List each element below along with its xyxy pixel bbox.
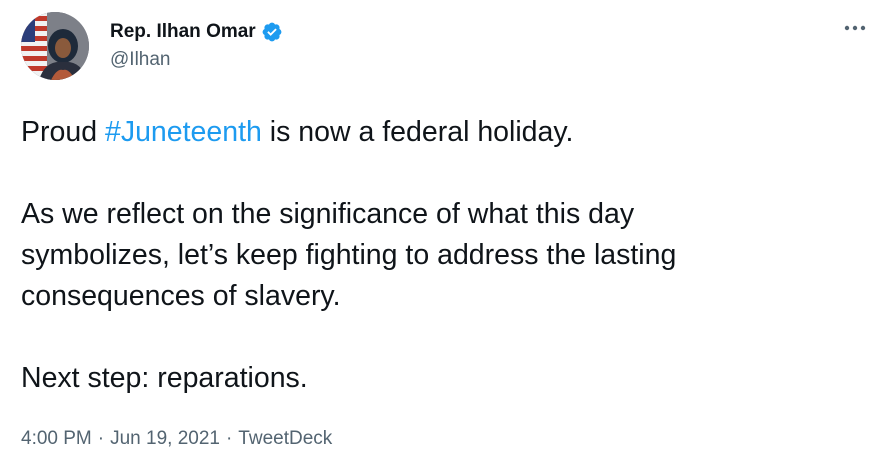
tweet-card: Rep. Ilhan Omar @Ilhan Proud #Juneteenth… [0,0,888,464]
meta-separator: · [225,428,233,449]
author-handle[interactable]: @Ilhan [110,49,171,71]
tweet-paragraph-2-line-3: consequences of slavery. [21,280,341,312]
tweet-text: Proud #Juneteenth is now a federal holid… [21,112,871,399]
avatar-image [21,12,89,80]
more-options-button[interactable] [838,18,872,38]
tweet-paragraph-2-line-1: As we reflect on the significance of wha… [21,198,635,230]
author-name-row: Rep. Ilhan Omar [110,21,283,43]
tweet-paragraph-2-line-2: symbolizes, let’s keep fighting to addre… [21,239,677,271]
hashtag-link[interactable]: #Juneteenth [105,116,262,148]
meta-separator: · [97,428,105,449]
author-display-name[interactable]: Rep. Ilhan Omar [110,21,256,43]
more-horizontal-icon [844,25,866,31]
tweet-date[interactable]: Jun 19, 2021 [110,427,220,451]
verified-badge-icon [261,21,283,43]
tweet-metadata: 4:00 PM · Jun 19, 2021 · TweetDeck [21,427,332,451]
avatar[interactable] [21,12,89,80]
tweet-text-segment: Proud [21,116,105,148]
tweet-line-1: Proud #Juneteenth is now a federal holid… [21,112,871,153]
tweet-source[interactable]: TweetDeck [238,427,332,451]
tweet-text-segment: is now a federal holiday. [261,116,574,148]
tweet-time[interactable]: 4:00 PM [21,427,92,451]
flag-background [21,12,47,80]
tweet-paragraph-3: Next step: reparations. [21,362,308,394]
